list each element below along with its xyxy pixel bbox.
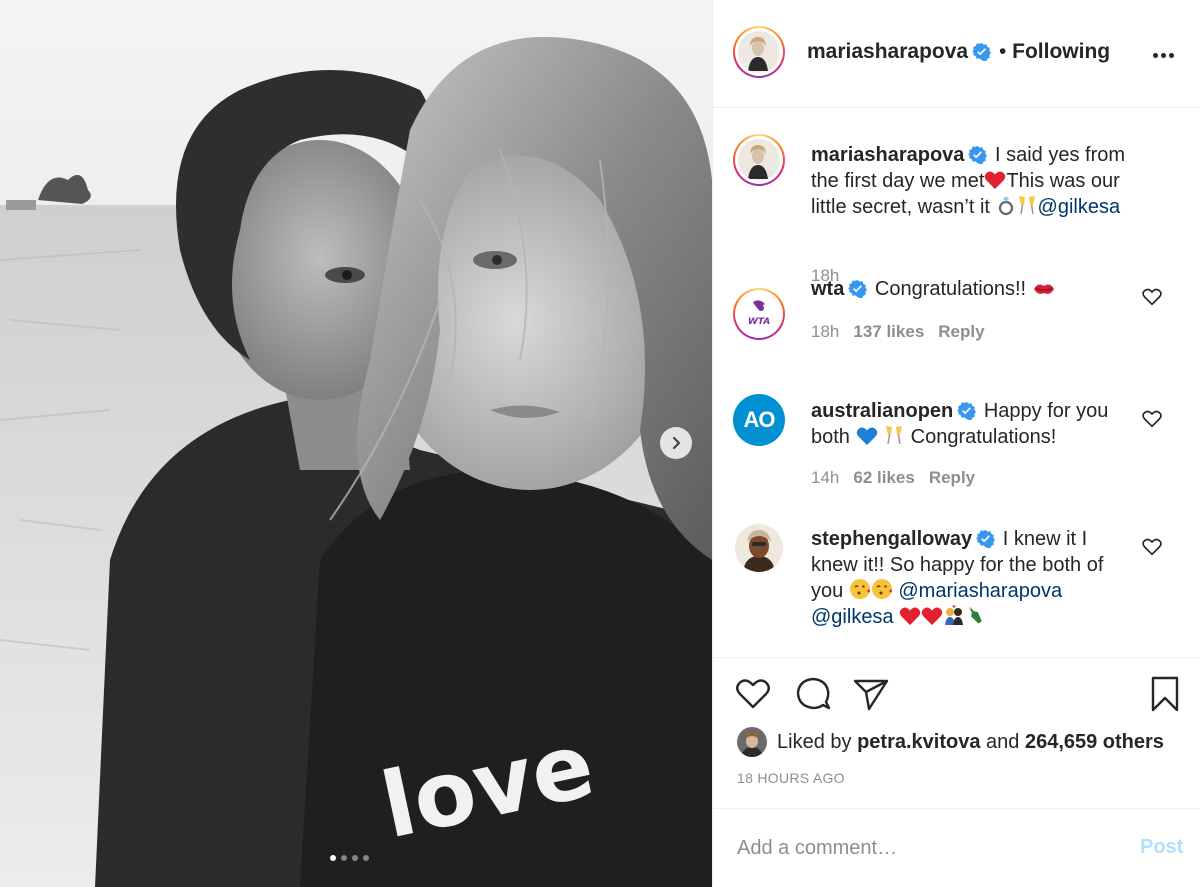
comment-likes[interactable]: 137 likes bbox=[853, 322, 924, 341]
paper-plane-icon[interactable] bbox=[851, 674, 891, 714]
caption-username[interactable]: mariasharapova bbox=[811, 144, 964, 166]
comment-time: 14h bbox=[811, 468, 840, 487]
carousel-indicator bbox=[330, 855, 369, 861]
like-comment-heart-icon[interactable] bbox=[1141, 286, 1163, 308]
wta-logo-text: WTA bbox=[748, 317, 770, 327]
post-header: mariasharapova • Following bbox=[713, 0, 1200, 108]
post-comment-button[interactable]: Post bbox=[1140, 836, 1183, 859]
bookmark-icon[interactable] bbox=[1145, 674, 1185, 714]
post-side-panel: mariasharapova • Following mariasharapov… bbox=[712, 0, 1200, 887]
face-blowing-kiss-icon bbox=[849, 579, 870, 599]
reply-button[interactable]: Reply bbox=[929, 468, 975, 487]
face-blowing-kiss-icon bbox=[871, 579, 892, 599]
verified-badge-icon bbox=[957, 401, 977, 420]
header-separator: • bbox=[998, 40, 1007, 63]
ao-logo-text: AO bbox=[743, 407, 776, 432]
comment-bubble-icon[interactable] bbox=[793, 674, 833, 714]
carousel-dot bbox=[341, 855, 347, 861]
comment-item: AO australianopen Happy for you both Con… bbox=[713, 394, 1200, 494]
more-options-button[interactable] bbox=[1153, 44, 1183, 66]
ring-icon bbox=[998, 196, 1013, 216]
couple-selfie-image: love bbox=[0, 0, 712, 887]
commenter-username[interactable]: australianopen bbox=[811, 400, 953, 422]
kiss-lips-icon bbox=[1033, 284, 1054, 294]
portrait-avatar-icon bbox=[737, 727, 767, 757]
likes-summary: Liked by petra.kvitova and 264,659 other… bbox=[737, 726, 1164, 758]
comment-body-2: Congratulations! bbox=[910, 426, 1057, 448]
commenter-avatar[interactable]: AO bbox=[733, 394, 785, 446]
comment-text: stephengalloway I knew it I knew it!! So… bbox=[811, 526, 1133, 630]
mention-link[interactable]: @gilkesa bbox=[811, 606, 894, 628]
next-photo-button[interactable] bbox=[660, 427, 692, 459]
author-avatar[interactable] bbox=[733, 26, 785, 78]
post-photo[interactable]: love bbox=[0, 0, 712, 887]
author-username[interactable]: mariasharapova bbox=[807, 40, 968, 63]
liker-avatar[interactable] bbox=[737, 727, 767, 757]
comment-time: 18h bbox=[811, 322, 840, 341]
verified-badge-icon bbox=[972, 42, 992, 61]
champagne-bottle-icon bbox=[969, 607, 982, 624]
commenter-avatar[interactable] bbox=[735, 524, 783, 572]
comments-feed[interactable]: mariasharapova I said yes from the first… bbox=[713, 108, 1200, 658]
carousel-dot bbox=[352, 855, 358, 861]
post-actions bbox=[713, 668, 1200, 720]
carousel-dot bbox=[330, 855, 336, 861]
commenter-username[interactable]: stephengalloway bbox=[811, 528, 972, 550]
clinking-glasses-icon bbox=[1018, 196, 1035, 215]
add-comment-bar: Post bbox=[713, 808, 1200, 887]
mention-link[interactable]: @gilkesa bbox=[1038, 196, 1121, 218]
red-heart-icon bbox=[899, 607, 921, 625]
portrait-avatar-icon bbox=[738, 31, 778, 71]
post-timestamp[interactable]: 18 HOURS AGO bbox=[737, 770, 845, 786]
verified-badge-icon bbox=[848, 279, 868, 298]
blue-heart-icon bbox=[856, 427, 877, 445]
comment-likes[interactable]: 62 likes bbox=[853, 468, 914, 487]
couple-with-heart-icon bbox=[945, 605, 964, 625]
wta-logo-icon: WTA bbox=[740, 295, 778, 333]
commenter-avatar[interactable]: WTA bbox=[733, 288, 785, 340]
mention-link[interactable]: @mariasharapova bbox=[898, 580, 1062, 602]
others-count[interactable]: 264,659 others bbox=[1025, 731, 1164, 754]
like-comment-heart-icon[interactable] bbox=[1141, 536, 1163, 558]
like-comment-heart-icon[interactable] bbox=[1141, 408, 1163, 430]
heart-icon[interactable] bbox=[733, 674, 773, 714]
red-heart-icon bbox=[985, 171, 1006, 189]
caption-text: mariasharapova I said yes from the first… bbox=[811, 142, 1141, 220]
add-comment-input[interactable] bbox=[737, 833, 1117, 863]
carousel-dot bbox=[363, 855, 369, 861]
comment-text: wta Congratulations!! bbox=[811, 276, 1133, 302]
red-heart-icon bbox=[921, 607, 943, 625]
author-line: mariasharapova • Following bbox=[807, 40, 1110, 64]
liked-by-prefix: Liked by bbox=[777, 730, 852, 753]
chevron-right-icon bbox=[672, 436, 681, 450]
clinking-glasses-icon bbox=[886, 426, 903, 445]
ellipsis-icon bbox=[1153, 52, 1158, 58]
liked-by-and: and bbox=[986, 730, 1020, 753]
comment-meta: 18h 137 likes Reply bbox=[811, 322, 999, 342]
caption: mariasharapova I said yes from the first… bbox=[713, 134, 1200, 285]
reply-button[interactable]: Reply bbox=[938, 322, 984, 341]
comment-item: stephengalloway I knew it I knew it!! So… bbox=[713, 520, 1200, 650]
verified-badge-icon bbox=[976, 529, 996, 548]
commenter-username[interactable]: wta bbox=[811, 278, 844, 300]
caption-avatar[interactable] bbox=[733, 134, 785, 186]
portrait-avatar-icon bbox=[735, 524, 783, 572]
following-button[interactable]: Following bbox=[1012, 40, 1110, 63]
comment-item: WTA wta Congratulations!! 18h 137 likes Re… bbox=[713, 278, 1200, 368]
verified-badge-icon bbox=[968, 145, 988, 164]
comment-meta: 14h 62 likes Reply bbox=[811, 468, 989, 488]
liker-username[interactable]: petra.kvitova bbox=[857, 731, 980, 754]
comment-body: Congratulations!! bbox=[874, 278, 1027, 300]
comment-text: australianopen Happy for you both Congra… bbox=[811, 398, 1133, 450]
portrait-avatar-icon bbox=[738, 139, 778, 179]
